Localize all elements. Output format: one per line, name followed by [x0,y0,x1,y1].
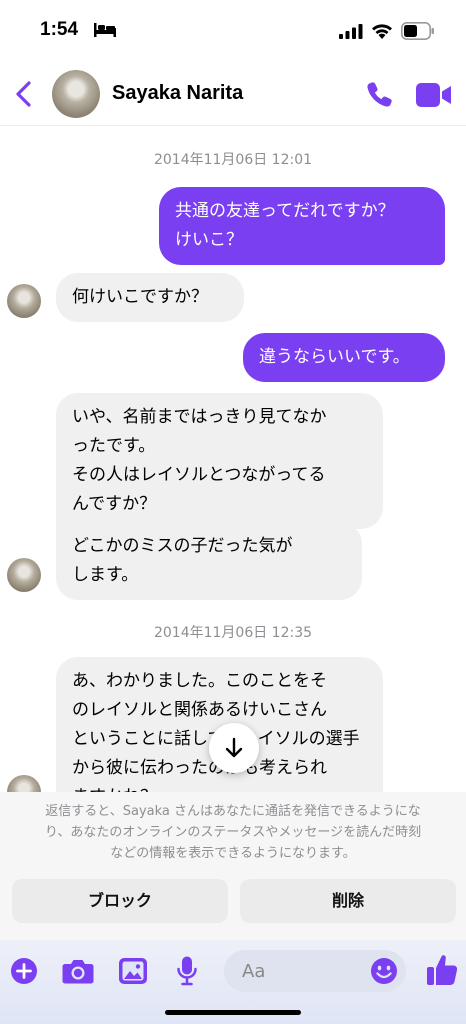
emoji-icon[interactable] [370,957,398,985]
message-line: 共通の友達ってだれですか？ [175,201,395,221]
message-input[interactable] [242,950,362,992]
incoming-message[interactable]: どこかのミスの子だった気が します。 [56,522,362,600]
status-bar: 1:54 [0,0,466,60]
wifi-icon [372,24,392,39]
message-line: その人はレイソルとつながってる [72,465,326,485]
arrow-down-icon [225,737,243,758]
message-line: のレイソルと関係あるけいこさん [72,700,327,720]
conversation-header: Sayaka Narita [0,62,466,126]
contact-avatar[interactable] [52,70,100,118]
home-indicator [165,1010,301,1015]
sender-avatar[interactable] [7,775,41,792]
mic-icon[interactable] [176,956,198,986]
contact-name[interactable]: Sayaka Narita [112,82,243,105]
incoming-message[interactable]: あ、わかりました。このことをそ のレイソルと関係あるけいこさん ということに話し… [56,657,383,792]
composer-bar [0,940,466,1024]
incoming-message[interactable]: 何けいこですか？ [56,273,244,322]
message-line: いや、名前まではっきり見てなか [72,407,327,427]
delete-button[interactable]: 削除 [240,879,456,923]
thumbs-up-icon[interactable] [426,953,458,987]
sender-avatar[interactable] [7,558,41,592]
message-line: けいこ？ [175,230,243,250]
notice-line: などの情報を表示できるようになります。 [110,846,356,861]
message-line: 何けいこですか？ [72,287,208,307]
message-line: ますかね？ [72,783,367,792]
status-time: 1:54 [40,19,79,40]
timestamp: 2014年11月06日 12:35 [153,625,313,641]
scroll-to-bottom-button[interactable] [209,723,259,773]
message-line: んですか？ [72,494,157,514]
message-line: どこかのミスの子だった気が [72,536,293,556]
notice-line: 返信すると、Sayaka さんはあなたに通話を発信できるようにな [45,804,421,819]
message-request-panel: 返信すると、Sayaka さんはあなたに通話を発信できるようにな り、あなたのオ… [0,792,466,940]
battery-icon [401,22,434,40]
image-icon[interactable] [118,957,148,985]
plus-icon[interactable] [10,957,38,985]
message-list[interactable]: 2014年11月06日 12:01 共通の友達ってだれですか？ けいこ？ 何けい… [0,127,466,792]
outgoing-message[interactable]: 違うならいいです。 [243,333,445,382]
message-line: します。 [72,565,139,585]
timestamp: 2014年11月06日 12:01 [153,152,313,168]
signal-icon [339,24,363,39]
request-notice: 返信すると、Sayaka さんはあなたに通話を発信できるようにな り、あなたのオ… [14,801,452,864]
outgoing-message[interactable]: 共通の友達ってだれですか？ けいこ？ [159,187,445,265]
message-line: ったです。 [72,436,156,456]
sender-avatar[interactable] [7,284,41,318]
notice-line: り、あなたのオンラインのステータスやメッセージを読んだ時刻 [44,825,422,840]
bed-icon [94,23,116,37]
message-line: あ、わかりました。このことをそ [72,671,327,691]
message-input-container[interactable] [224,950,406,992]
incoming-message[interactable]: いや、名前まではっきり見てなか ったです。 その人はレイソルとつながってる んで… [56,393,383,529]
camera-icon[interactable] [62,957,94,985]
message-line: 違うならいいです。 [259,347,410,367]
block-button[interactable]: ブロック [12,879,228,923]
back-chevron-icon[interactable] [12,80,34,108]
video-icon[interactable] [416,83,452,107]
phone-icon[interactable] [366,80,394,108]
